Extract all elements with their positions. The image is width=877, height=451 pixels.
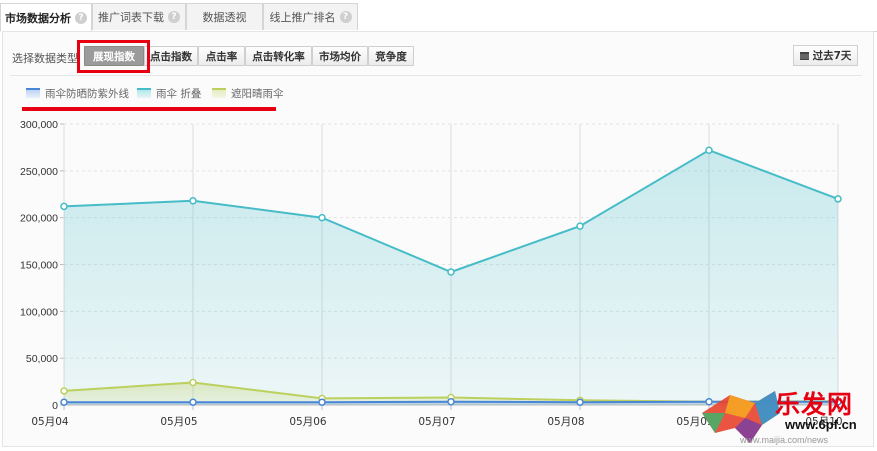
- data-point: [60, 387, 68, 395]
- data-point: [60, 398, 68, 406]
- data-point: [834, 195, 842, 203]
- data-point: [189, 378, 197, 387]
- data-point: [447, 397, 455, 406]
- data-point: [318, 213, 326, 222]
- x-tick-label: 05月08: [547, 416, 584, 428]
- y-tick-label: 50,000: [26, 353, 58, 365]
- x-tick-label: 05月06: [289, 416, 327, 428]
- data-point: [576, 398, 584, 406]
- y-tick-label: 300,000: [20, 119, 58, 131]
- data-point: [189, 197, 197, 205]
- data-point: [60, 202, 68, 211]
- data-point: [189, 398, 197, 406]
- data-point: [447, 268, 455, 276]
- watermark-sub: www.maijia.com/news: [740, 435, 829, 445]
- y-tick-label: 150,000: [20, 260, 58, 272]
- y-tick-label: 250,000: [20, 166, 58, 178]
- watermark-brand: 乐发网: [775, 390, 854, 419]
- x-tick-label: 05月05: [160, 416, 197, 428]
- watermark-url: www.6pf.cn: [785, 417, 857, 432]
- data-point: [705, 146, 713, 154]
- data-point: [318, 398, 326, 406]
- y-tick-label: 0: [52, 400, 58, 412]
- x-tick-label: 05月04: [31, 416, 69, 428]
- y-tick-label: 100,000: [20, 306, 58, 318]
- x-tick-label: 05月07: [418, 416, 455, 428]
- y-tick-label: 200,000: [20, 213, 58, 225]
- data-point: [576, 222, 584, 230]
